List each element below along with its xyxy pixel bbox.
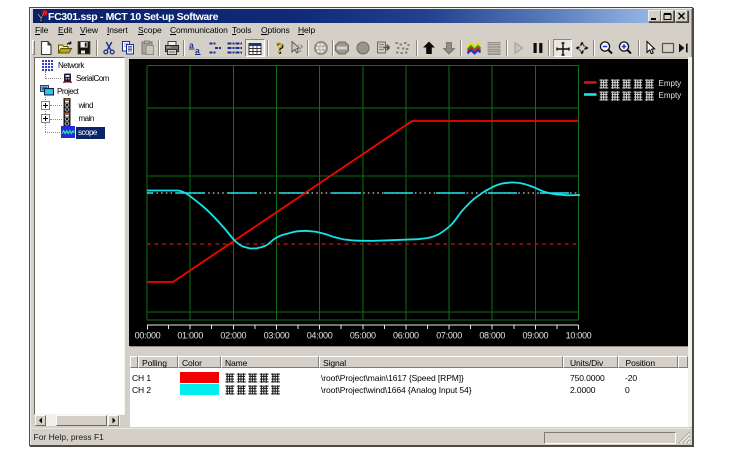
svg-text:05:000: 05:000 xyxy=(350,331,376,341)
svg-text:?: ? xyxy=(297,41,303,55)
svg-text:01:000: 01:000 xyxy=(177,331,203,341)
svg-text:08:000: 08:000 xyxy=(479,331,505,341)
svg-text:04:000: 04:000 xyxy=(307,331,333,341)
svg-text:06:000: 06:000 xyxy=(393,331,419,341)
svg-text:00:000: 00:000 xyxy=(135,331,161,341)
svg-text:02:000: 02:000 xyxy=(220,331,246,341)
svg-text:09:000: 09:000 xyxy=(523,331,549,341)
svg-text:10:000: 10:000 xyxy=(566,331,592,341)
svg-text:03:000: 03:000 xyxy=(264,331,290,341)
svg-text:07:000: 07:000 xyxy=(436,331,462,341)
svg-text:?: ? xyxy=(275,40,283,57)
